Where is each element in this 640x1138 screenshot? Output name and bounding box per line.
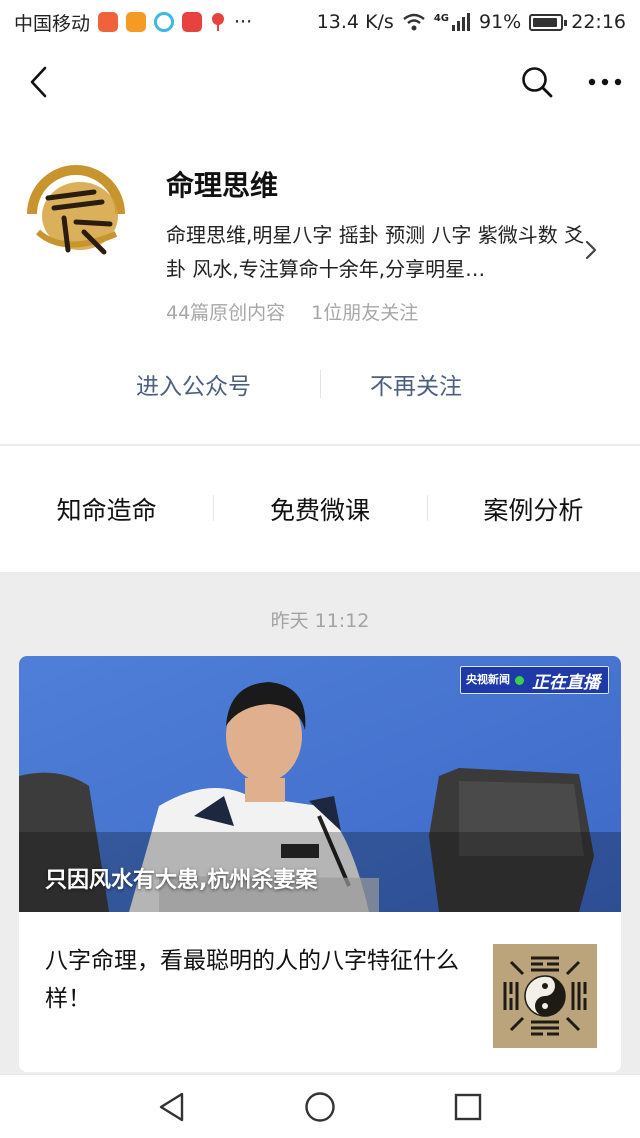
account-logo-image	[26, 164, 126, 264]
main-article-cover[interactable]: 央视新闻 正在直播 只因风水有大患,杭州杀妻案	[19, 656, 621, 912]
status-bar: 中国移动 ··· 13.4 K/s 4G 91% 22:16	[0, 0, 640, 44]
carrier-label: 中国移动	[14, 12, 91, 35]
top-nav-bar	[0, 44, 640, 120]
search-icon[interactable]	[520, 65, 554, 99]
account-name: 命理思维	[166, 169, 279, 202]
yin-yang-thumbnail-image	[493, 944, 597, 1048]
battery-fill	[533, 17, 557, 27]
battery-icon	[529, 13, 568, 31]
action-divider	[320, 370, 321, 398]
system-nav-bar	[0, 1074, 640, 1138]
triangle-back-icon	[159, 1092, 184, 1121]
video-app-icon	[126, 12, 147, 32]
live-badge: 央视新闻 正在直播	[460, 666, 609, 694]
account-profile-card: 命理思维 命理思维,明星八字 摇卦 预测 八字 紫微斗数 爻卦 风水,专注算命十…	[0, 120, 640, 444]
main-article-title[interactable]: 只因风水有大患,杭州杀妻案	[45, 862, 317, 894]
news-app-icon	[98, 12, 119, 32]
live-badge-left: 央视新闻	[466, 673, 510, 686]
network-speed: 13.4 K/s	[316, 11, 394, 33]
chevron-right-icon[interactable]	[584, 238, 598, 262]
menu-item-free-courses[interactable]: 免费微课	[213, 491, 426, 527]
enter-account-button[interactable]: 进入公众号	[136, 367, 251, 401]
network-type: 4G	[433, 13, 449, 24]
account-actions: 进入公众号 不再关注	[0, 358, 640, 410]
sub-article-thumbnail[interactable]	[493, 944, 597, 1048]
circle-home-icon	[305, 1091, 335, 1122]
account-menu: 知命造命 免费微课 案例分析	[0, 446, 640, 572]
more-notifications-icon: ···	[234, 11, 253, 33]
live-badge-right: 正在直播	[524, 667, 608, 693]
sub-article-title[interactable]: 八字命理，看最聪明的人的八字特征什么样！	[45, 942, 465, 1018]
menu-item-zhiming[interactable]: 知命造命	[0, 491, 213, 527]
signal-icon	[452, 13, 470, 31]
browser-app-icon	[154, 12, 175, 32]
unfollow-button[interactable]: 不再关注	[370, 367, 462, 401]
account-logo	[24, 162, 128, 266]
live-dot-icon	[515, 675, 524, 685]
article-card: 央视新闻 正在直播 只因风水有大患,杭州杀妻案 八字命理，看最聪明的人的八字特征…	[19, 656, 621, 1072]
battery-percent: 91%	[479, 11, 522, 33]
clock: 22:16	[571, 11, 626, 33]
original-content-count: 44篇原创内容	[166, 302, 286, 324]
wifi-icon	[403, 13, 425, 31]
back-button[interactable]	[18, 62, 58, 102]
system-home-button[interactable]	[302, 1089, 338, 1125]
account-stats: 44篇原创内容 1位朋友关注	[166, 298, 418, 325]
menu-item-case-analysis[interactable]: 案例分析	[426, 491, 640, 527]
weibo-app-icon	[182, 12, 203, 32]
square-recents-icon	[454, 1093, 482, 1120]
chevron-left-icon	[30, 66, 47, 98]
system-recents-button[interactable]	[450, 1089, 486, 1125]
feed-timestamp: 昨天 11:12	[270, 610, 370, 632]
account-description[interactable]: 命理思维,明星八字 摇卦 预测 八字 紫微斗数 爻卦 风水,专注算命十余年,分享…	[166, 218, 586, 286]
location-app-icon	[212, 13, 225, 31]
more-dots-icon[interactable]	[588, 77, 622, 87]
system-back-button[interactable]	[154, 1089, 190, 1125]
friends-following-count[interactable]: 1位朋友关注	[311, 298, 418, 325]
